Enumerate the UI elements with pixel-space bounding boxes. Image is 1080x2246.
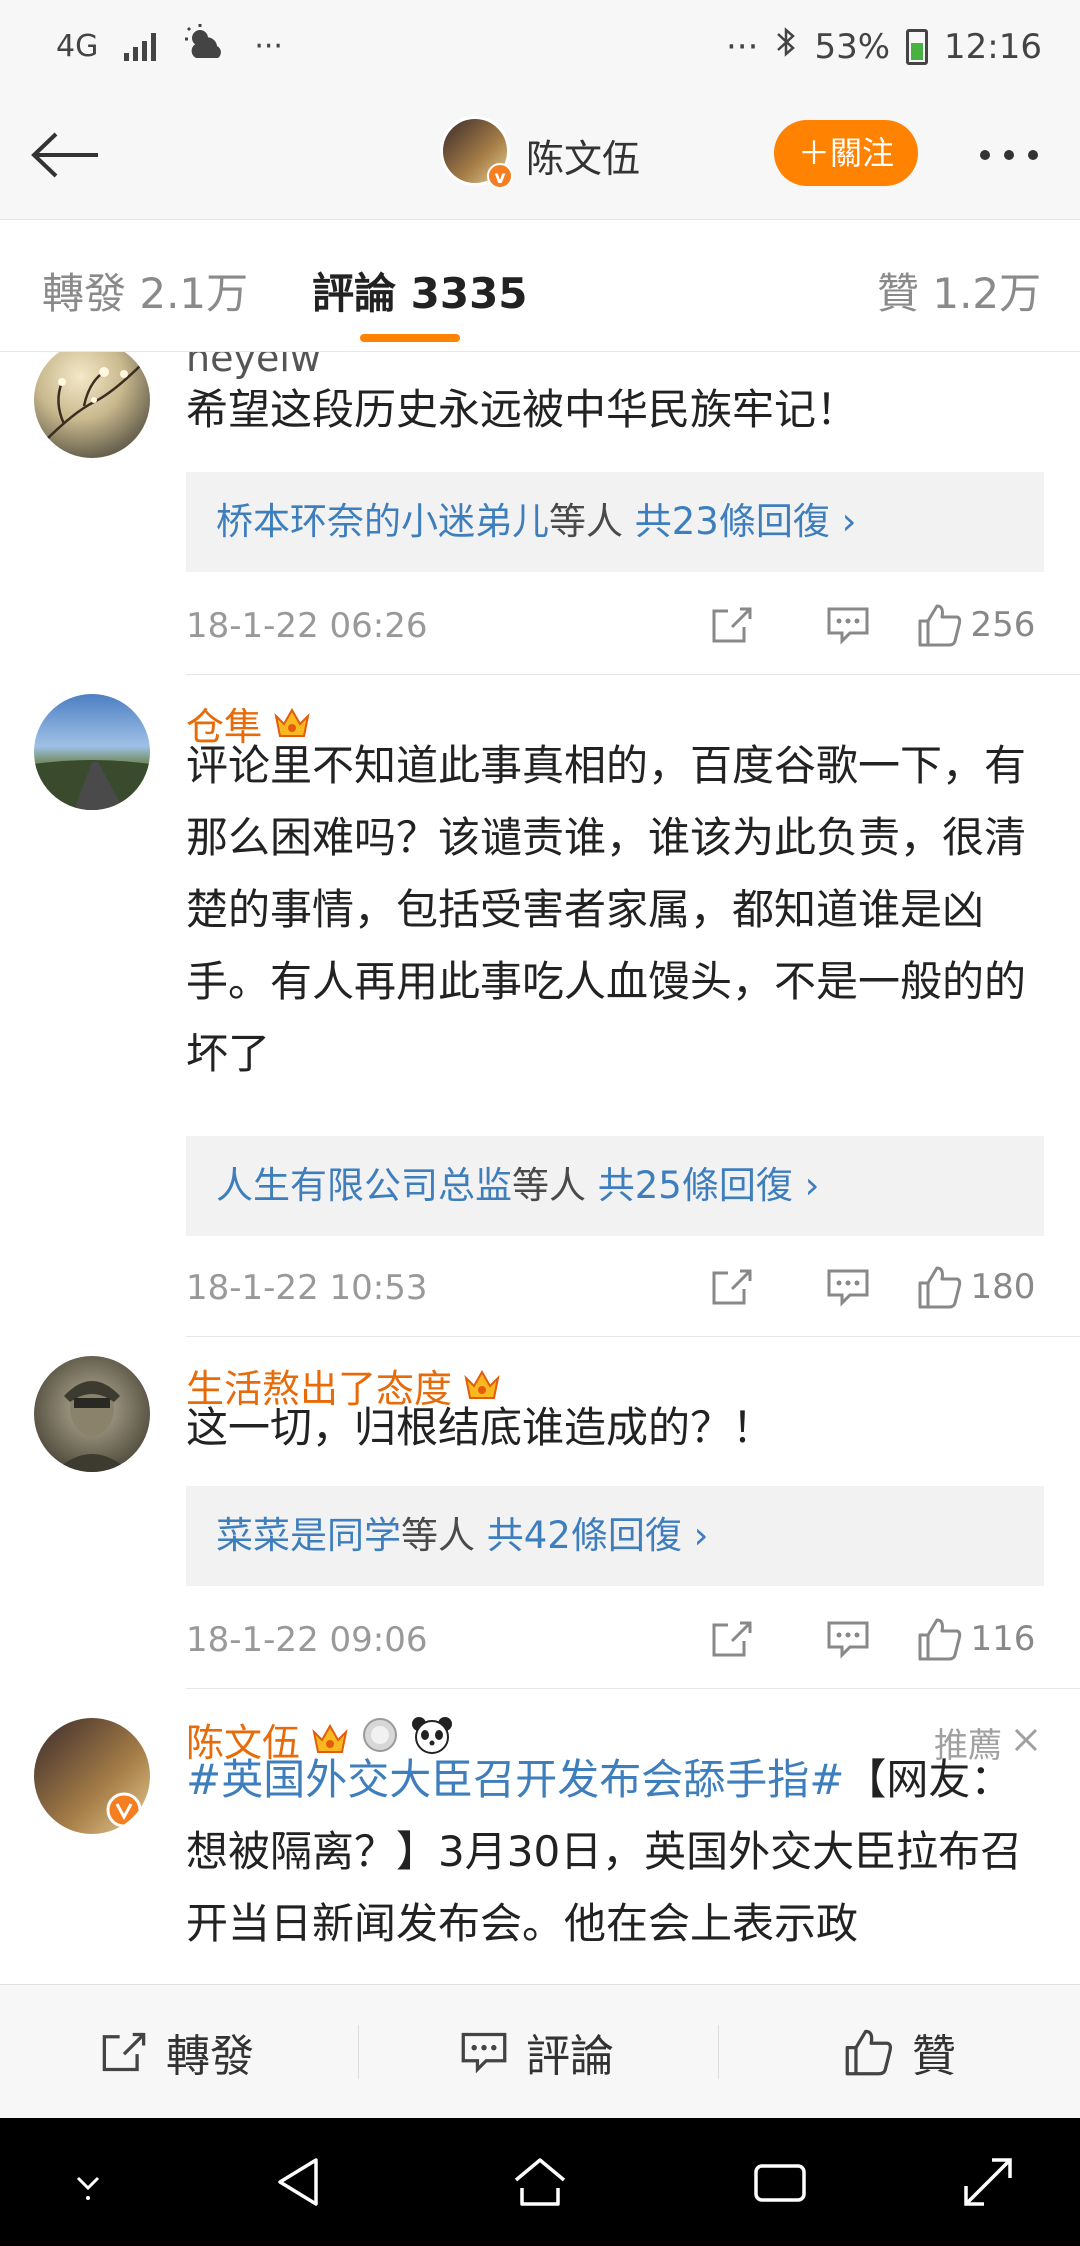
share-button[interactable]: [674, 600, 790, 650]
like-count: 256: [970, 605, 1036, 645]
comment-text: 希望这段历史永远被中华民族牢记！: [186, 385, 859, 434]
top-header: v 陈文伍 ＋關注: [0, 92, 1080, 220]
share-button[interactable]: [674, 1614, 790, 1664]
share-icon: [712, 1621, 752, 1657]
back-button[interactable]: [26, 120, 106, 190]
expand-icon: [964, 2158, 1012, 2206]
thumbs-up-icon: [918, 1618, 961, 1661]
status-bar: 4G ··· ··· 53% 12:16: [0, 0, 1080, 92]
more-notifications: ···: [254, 28, 283, 64]
weather-icon: [182, 22, 228, 70]
reply-button[interactable]: [790, 1614, 906, 1664]
nav-fullscreen-button[interactable]: [958, 2152, 1018, 2212]
user-avatar[interactable]: [34, 1356, 150, 1472]
reply-count[interactable]: 共23條回復 ›: [635, 500, 857, 543]
thumbs-up-icon: [918, 1266, 961, 1309]
tab-likes[interactable]: 贊 1.2万: [877, 260, 1041, 321]
comment-time: 18-1-22 06:26: [186, 606, 428, 646]
comment-icon: [827, 1621, 869, 1659]
reply-connector: 等人: [401, 1514, 475, 1557]
more-options-icon[interactable]: [980, 150, 1038, 160]
network-indicator: 4G: [56, 28, 99, 64]
back-triangle-icon: [278, 2158, 318, 2206]
reply-users[interactable]: 菜菜是同学: [216, 1514, 401, 1557]
share-icon: [712, 1269, 752, 1305]
comment-actions: 116: [674, 1614, 1046, 1664]
like-post-button[interactable]: 贊: [844, 1985, 956, 2119]
back-arrow-icon: [31, 132, 98, 178]
like-label: 贊: [912, 2031, 956, 2082]
reply-button[interactable]: [790, 1262, 906, 1312]
signal-icon: [124, 31, 157, 61]
separator: [358, 2025, 359, 2079]
replies-summary[interactable]: 桥本环奈的小迷弟儿等人 共23條回復 ›: [186, 472, 1044, 572]
like-count: 116: [970, 1619, 1036, 1659]
header-avatar[interactable]: v: [440, 116, 513, 189]
comment-actions: 256: [674, 600, 1046, 650]
clock: 12:16: [944, 26, 1042, 67]
reply-users[interactable]: 桥本环奈的小迷弟儿: [216, 500, 549, 543]
comment-text: 这一切，归根结底谁造成的？！: [186, 1403, 775, 1452]
header-username[interactable]: 陈文伍: [526, 128, 640, 183]
like-button[interactable]: 256: [906, 600, 1046, 650]
tab-reposts[interactable]: 轉發 2.1万: [42, 260, 248, 321]
nav-home-button[interactable]: [510, 2152, 570, 2212]
divider: [186, 1688, 1080, 1689]
comment-time: 18-1-22 10:53: [186, 1268, 428, 1308]
user-avatar[interactable]: [34, 1718, 150, 1834]
tab-comments[interactable]: 評論 3335: [312, 260, 528, 321]
comment-text: 评论里不知道此事真相的，百度谷歌一下，有那么困难吗？该谴责谁，谁该为此负责，很清…: [186, 741, 1027, 1078]
more-status: ···: [726, 26, 759, 67]
hashtag-link[interactable]: #英国外交大臣召开发布会舔手指#: [186, 1755, 844, 1804]
system-nav-bar: [0, 2118, 1080, 2246]
chevron-down-icon: [76, 2176, 100, 2200]
comment-list[interactable]: neyelw 希望这段历史永远被中华民族牢记！ 桥本环奈的小迷弟儿等人 共23條…: [0, 352, 1080, 1984]
separator: [718, 2025, 719, 2079]
tab-bar: 轉發 2.1万 評論 3335 贊 1.2万: [0, 220, 1080, 352]
reply-button[interactable]: [790, 600, 906, 650]
bottom-action-bar: 轉發 評論 贊: [0, 1984, 1080, 2118]
post-text: #英国外交大臣召开发布会舔手指#【网友：想被隔离？】3月30日，英国外交大臣拉布…: [186, 1744, 1046, 1960]
reply-connector: 等人: [512, 1164, 586, 1207]
comment-actions: 180: [674, 1262, 1046, 1312]
active-tab-indicator: [360, 334, 460, 342]
comment-icon: [461, 2032, 507, 2074]
reply-connector: 等人: [549, 500, 623, 543]
replies-summary[interactable]: 人生有限公司总监等人 共25條回復 ›: [186, 1136, 1044, 1236]
reply-count[interactable]: 共25條回復 ›: [598, 1164, 820, 1207]
thumbs-up-icon: [845, 2029, 892, 2076]
repost-label: 轉發: [166, 2031, 254, 2082]
recents-icon: [754, 2164, 806, 2202]
like-count: 180: [970, 1267, 1036, 1307]
like-button[interactable]: 116: [906, 1614, 1046, 1664]
comment-icon: [827, 1269, 869, 1307]
user-avatar[interactable]: [34, 694, 150, 810]
thumbs-up-icon: [918, 604, 961, 647]
reply-count[interactable]: 共42條回復 ›: [487, 1514, 709, 1557]
share-button[interactable]: [674, 1262, 790, 1312]
share-icon: [102, 2032, 146, 2072]
nav-back-button[interactable]: [270, 2152, 330, 2212]
divider: [186, 1336, 1080, 1337]
battery-percent: 53%: [814, 26, 891, 67]
home-icon: [514, 2158, 566, 2206]
battery-icon: [906, 28, 929, 65]
repost-button[interactable]: 轉發: [100, 1985, 254, 2119]
like-button[interactable]: 180: [906, 1262, 1046, 1312]
nav-recents-button[interactable]: [750, 2152, 810, 2212]
verified-badge-icon: v: [487, 163, 513, 189]
divider: [186, 674, 1080, 675]
replies-summary[interactable]: 菜菜是同学等人 共42條回復 ›: [186, 1486, 1044, 1586]
share-icon: [712, 607, 752, 643]
user-avatar[interactable]: [34, 352, 150, 458]
bluetooth-icon: [774, 24, 798, 69]
comment-time: 18-1-22 09:06: [186, 1620, 428, 1660]
reply-users[interactable]: 人生有限公司总监: [216, 1164, 512, 1207]
comment-label: 評論: [526, 2031, 614, 2082]
follow-button[interactable]: ＋關注: [774, 120, 918, 186]
hide-nav-button[interactable]: [58, 2152, 118, 2212]
comment-button[interactable]: 評論: [460, 1985, 614, 2119]
comment-icon: [827, 607, 869, 645]
